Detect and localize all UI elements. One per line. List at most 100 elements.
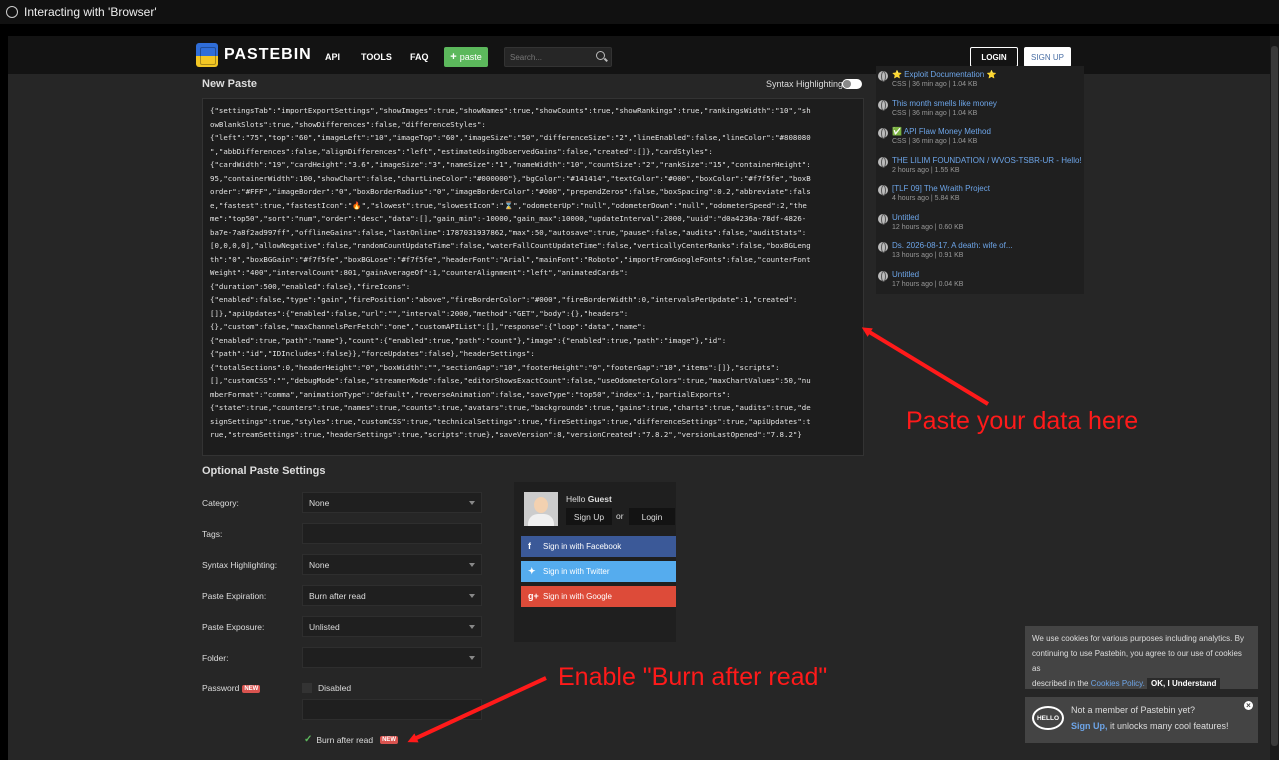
member-line-1: Not a member of Pastebin yet? xyxy=(1071,705,1196,715)
facebook-label: Sign in with Facebook xyxy=(543,542,622,551)
recent-paste-title[interactable]: Untitled xyxy=(892,270,963,279)
code-line: {"cardWidth":"19","cardHeight":"3.6","im… xyxy=(210,160,811,169)
recent-paste-item[interactable]: Ds. 2026-08-17. A death: wife of... 13 ho… xyxy=(878,241,1013,259)
globe-icon xyxy=(878,270,888,282)
chevron-down-icon xyxy=(469,656,475,660)
code-line: Weight":"400","intervalCount":801,"gainA… xyxy=(210,268,629,277)
code-line: rue,"streamSettings":true,"headerSetting… xyxy=(210,430,802,439)
cookie-text-3-line: described in the Cookies Policy. OK, I U… xyxy=(1032,676,1251,691)
guest-login-button[interactable]: Login xyxy=(629,508,675,525)
search-input[interactable]: Search... xyxy=(504,47,612,67)
syntax-highlighting-toggle[interactable] xyxy=(842,79,862,89)
paste-button-label: paste xyxy=(459,52,482,62)
google-signin-button[interactable]: g+ Sign in with Google xyxy=(521,586,676,607)
guest-name: Guest xyxy=(587,494,612,504)
burn-after-read-option[interactable]: ✓ Burn after read NEW xyxy=(304,734,399,745)
syntax-select[interactable]: None xyxy=(302,554,482,575)
code-line: [0,0,0,0],"allowNegative":false,"randomC… xyxy=(210,241,811,250)
recent-paste-title[interactable]: This month smells like money xyxy=(892,99,997,108)
recent-paste-title[interactable]: [TLF 09] The Wraith Project xyxy=(892,184,990,193)
globe-icon xyxy=(878,99,888,111)
member-signup-link[interactable]: Sign Up, xyxy=(1071,721,1108,731)
cookie-banner: We use cookies for various purposes incl… xyxy=(1025,626,1258,689)
cookie-text-1: We use cookies for various purposes incl… xyxy=(1032,634,1244,643)
globe-icon xyxy=(878,156,888,168)
recent-paste-text: ⭐ Exploit Documentation ⭐ CSS | 36 min ag… xyxy=(892,70,996,88)
category-select[interactable]: None xyxy=(302,492,482,513)
recent-paste-title[interactable]: ✅ API Flaw Money Method xyxy=(892,127,991,136)
recent-paste-item[interactable]: This month smells like money CSS | 36 min… xyxy=(878,99,997,117)
globe-icon xyxy=(878,128,888,139)
code-line: 95,"containerWidth":100,"showChart":fals… xyxy=(210,173,811,183)
nav-tools[interactable]: TOOLS xyxy=(361,52,392,62)
page-scrollbar[interactable] xyxy=(1270,36,1279,760)
recent-paste-item[interactable]: Untitled 12 hours ago | 0.60 KB xyxy=(878,213,963,231)
cookie-accept-button[interactable]: OK, I Understand xyxy=(1147,678,1221,689)
password-input[interactable] xyxy=(302,699,482,720)
nav-api[interactable]: API xyxy=(325,52,340,62)
code-line: {"settingsTab":"importExportSettings","s… xyxy=(210,106,811,115)
recent-paste-item[interactable]: [TLF 09] The Wraith Project 4 hours ago |… xyxy=(878,184,990,202)
pastebin-logo-icon xyxy=(196,43,218,67)
recent-paste-text: ✅ API Flaw Money Method CSS | 36 min ago … xyxy=(892,127,991,145)
recent-paste-meta: 12 hours ago | 0.60 KB xyxy=(892,223,964,231)
folder-select[interactable] xyxy=(302,647,482,668)
search-icon[interactable] xyxy=(596,51,605,60)
password-enable-toggle[interactable]: Disabled xyxy=(302,680,482,696)
code-line: owBlankSlots":true,"showDifferences":fal… xyxy=(210,119,486,129)
password-status: Disabled xyxy=(318,683,352,693)
paste-here-arrow xyxy=(861,327,990,406)
signup-button[interactable]: SIGN UP xyxy=(1024,47,1071,67)
globe-icon xyxy=(878,185,888,196)
tags-input[interactable] xyxy=(302,523,482,544)
recent-paste-text: Untitled 12 hours ago | 0.60 KB xyxy=(892,213,963,231)
recent-paste-item[interactable]: Untitled 17 hours ago | 0.04 KB xyxy=(878,270,963,288)
password-checkbox[interactable] xyxy=(302,683,312,693)
new-paste-button[interactable]: + paste xyxy=(444,47,488,67)
code-line: ","abbDifferences":false,"alignDifferenc… xyxy=(210,146,713,156)
nav-faq[interactable]: FAQ xyxy=(410,52,429,62)
hello-text: Hello xyxy=(566,494,586,504)
recent-paste-meta: CSS | 36 min ago | 1.04 KB xyxy=(892,138,978,145)
recent-paste-meta: CSS | 36 min ago | 1.04 KB xyxy=(892,81,978,88)
window-title: Interacting with 'Browser' xyxy=(24,5,157,19)
cookie-policy-link[interactable]: Cookies Policy. xyxy=(1091,679,1145,688)
recent-paste-title[interactable]: THE LILIM FOUNDATION / WVOS-TSBR-UR - He… xyxy=(892,156,1082,165)
twitter-icon: ✦ xyxy=(528,566,536,576)
member-popup: HELLO × Not a member of Pastebin yet? Si… xyxy=(1025,697,1258,743)
recent-paste-item[interactable]: ⭐ Exploit Documentation ⭐ CSS | 36 min ag… xyxy=(878,70,996,88)
facebook-signin-button[interactable]: f Sign in with Facebook xyxy=(521,536,676,557)
category-label: Category: xyxy=(202,498,239,508)
category-value: None xyxy=(309,497,330,508)
expiration-select[interactable]: Burn after read xyxy=(302,585,482,606)
paste-textarea[interactable]: {"settingsTab":"importExportSettings","s… xyxy=(202,98,864,456)
brand[interactable]: PASTEBIN xyxy=(196,43,312,67)
check-icon[interactable]: ✓ xyxy=(304,734,312,745)
recent-paste-item[interactable]: ✅ API Flaw Money Method CSS | 36 min ago … xyxy=(878,127,991,145)
recent-paste-title[interactable]: Untitled xyxy=(892,213,963,222)
exposure-select[interactable]: Unlisted xyxy=(302,616,482,637)
recent-paste-item[interactable]: THE LILIM FOUNDATION / WVOS-TSBR-UR - He… xyxy=(878,156,1082,174)
code-line: {"duration":500,"enabled":false},"fireIc… xyxy=(210,281,411,291)
chevron-down-icon xyxy=(469,563,475,567)
expiration-label: Paste Expiration: xyxy=(202,591,267,601)
guest-signup-button[interactable]: Sign Up xyxy=(566,508,612,525)
avatar-body xyxy=(528,514,554,526)
code-line: th":"0","boxBGGain":"#f7f5fe","boxBGLose… xyxy=(210,254,811,264)
code-line: {"totalSections":0,"headerHeight":"0","b… xyxy=(210,362,780,372)
twitter-signin-button[interactable]: ✦ Sign in with Twitter xyxy=(521,561,676,582)
search-placeholder: Search... xyxy=(510,52,543,62)
guest-greeting: Hello Guest xyxy=(566,494,612,504)
code-line: [],"customCSS":"","debugMode":false,"str… xyxy=(210,376,811,385)
scrollbar-thumb[interactable] xyxy=(1271,46,1278,746)
recent-paste-text: Untitled 17 hours ago | 0.04 KB xyxy=(892,270,963,288)
close-icon[interactable]: × xyxy=(1244,701,1253,710)
browser-viewport: PASTEBIN API TOOLS FAQ + paste Search...… xyxy=(8,36,1270,760)
globe-icon xyxy=(878,242,888,253)
recent-paste-title[interactable]: ⭐ Exploit Documentation ⭐ xyxy=(892,70,996,79)
login-button[interactable]: LOGIN xyxy=(970,47,1018,67)
cookie-text-2: continuing to use Pastebin, you agree to… xyxy=(1032,649,1242,673)
annotation-enable-burn: Enable "Burn after read" xyxy=(558,663,828,691)
recent-paste-title[interactable]: Ds. 2026-08-17. A death: wife of... xyxy=(892,241,1013,250)
recent-paste-text: THE LILIM FOUNDATION / WVOS-TSBR-UR - He… xyxy=(892,156,1082,174)
